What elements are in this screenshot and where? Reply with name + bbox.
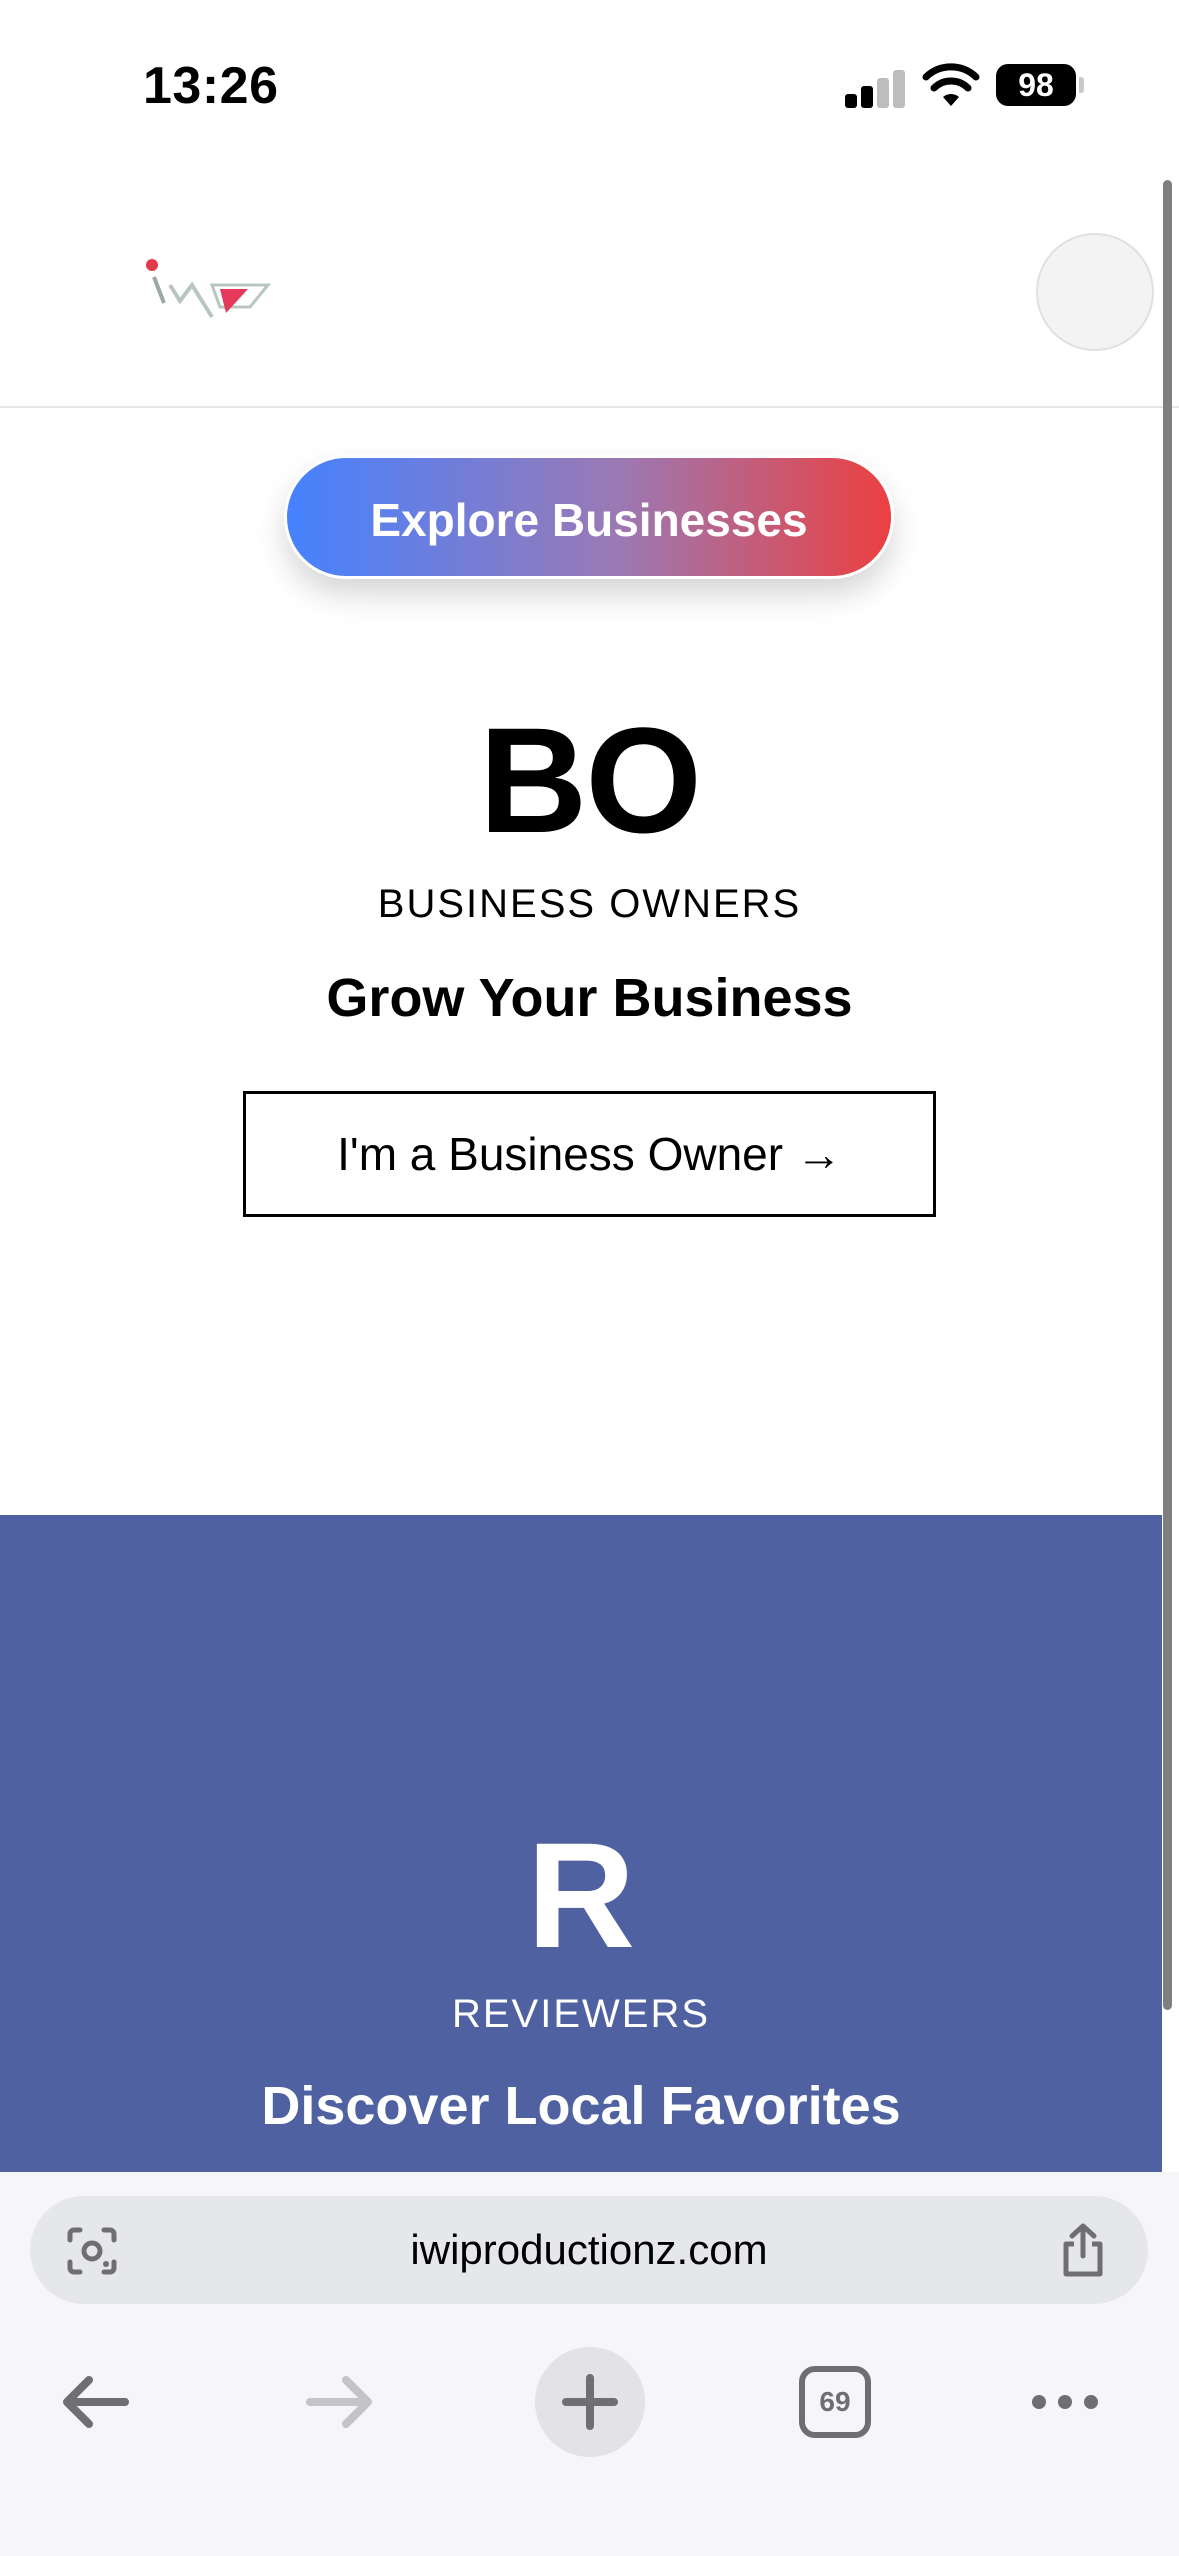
business-owners-headline: Grow Your Business bbox=[326, 968, 853, 1028]
site-header bbox=[0, 160, 1179, 408]
share-icon[interactable] bbox=[1058, 2222, 1108, 2278]
back-button[interactable] bbox=[40, 2342, 150, 2462]
business-owners-label: BUSINESS OWNERS bbox=[377, 882, 802, 926]
more-dots-icon bbox=[1032, 2395, 1098, 2409]
tabs-button[interactable]: 69 bbox=[780, 2342, 890, 2462]
browser-nav-row: 69 bbox=[0, 2342, 1179, 2472]
battery-icon: 98 bbox=[996, 64, 1076, 106]
scrollbar[interactable] bbox=[1163, 180, 1172, 2010]
back-arrow-icon bbox=[63, 2376, 129, 2428]
explore-businesses-button[interactable]: Explore Businesses bbox=[284, 455, 894, 579]
business-owners-initials: BO bbox=[479, 696, 702, 864]
reviewers-headline: Discover Local Favorites bbox=[261, 2076, 901, 2136]
cellular-signal-icon bbox=[845, 70, 907, 108]
address-bar[interactable]: iwiproductionz.com bbox=[30, 2196, 1148, 2304]
reviewers-section: R REVIEWERS Discover Local Favorites bbox=[0, 1515, 1162, 2175]
browser-toolbar: iwiproductionz.com 69 bbox=[0, 2172, 1179, 2556]
iwp-logo[interactable] bbox=[140, 255, 290, 345]
wifi-icon bbox=[922, 63, 980, 106]
forward-arrow-icon bbox=[306, 2376, 372, 2428]
status-bar: 13:26 98 bbox=[0, 0, 1179, 160]
avatar[interactable] bbox=[1036, 233, 1154, 351]
tabs-icon: 69 bbox=[799, 2366, 871, 2438]
battery-tip bbox=[1079, 77, 1084, 93]
more-button[interactable] bbox=[1010, 2342, 1120, 2462]
reviewers-initials: R bbox=[526, 1811, 636, 1979]
url-text[interactable]: iwiproductionz.com bbox=[30, 2196, 1148, 2304]
new-tab-button[interactable] bbox=[535, 2347, 645, 2457]
forward-button[interactable] bbox=[285, 2342, 395, 2462]
reviewers-label: REVIEWERS bbox=[451, 1992, 711, 2036]
status-time: 13:26 bbox=[143, 57, 279, 115]
plus-icon bbox=[562, 2374, 618, 2430]
business-owner-button[interactable]: I'm a Business Owner → bbox=[243, 1091, 936, 1217]
